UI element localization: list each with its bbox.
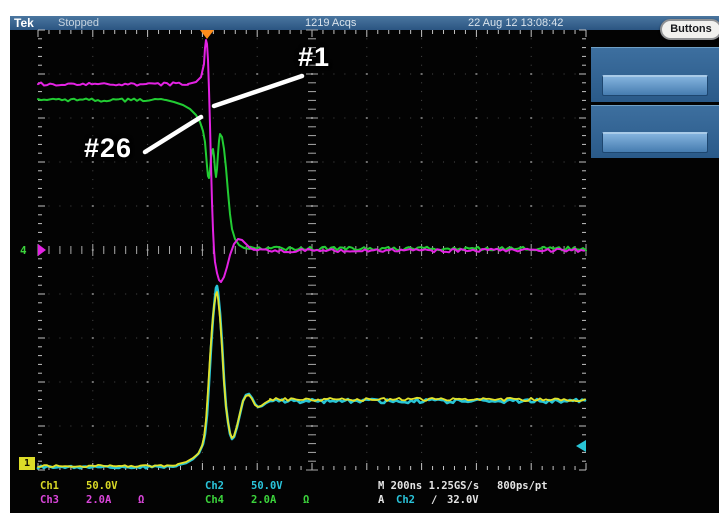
buttons-button[interactable]: Buttons <box>660 19 719 40</box>
ch1-scale: 50.0V <box>86 480 118 492</box>
ch2-scale: 50.0V <box>251 480 283 492</box>
channel-marker-ch1: 1 <box>19 457 35 470</box>
trigger-source: Ch2 <box>396 494 415 506</box>
ch3-label: Ch3 <box>40 494 59 506</box>
annotation-pointer-line-2 <box>142 114 204 155</box>
ch2-label: Ch2 <box>205 480 224 492</box>
annotation-label-1: #1 <box>298 42 331 72</box>
ch3-coupling: Ω <box>138 494 145 506</box>
acquisition-status: Stopped <box>58 17 99 29</box>
timebase-readout: M 200ns 1.25GS/s <box>378 480 480 492</box>
resolution-readout: 800ps/pt <box>497 480 548 492</box>
ch4-scale: 2.0A <box>251 494 277 506</box>
annotation-pointer-line-1 <box>211 73 305 109</box>
ch4-coupling: Ω <box>303 494 310 506</box>
ch1-label: Ch1 <box>40 480 59 492</box>
trace-ch1 <box>37 291 586 468</box>
acquisition-count: 1219 Acqs <box>305 17 357 29</box>
title-bar: Tek Stopped 1219 Acqs 22 Aug 12 13:08:42 <box>10 16 719 30</box>
trace-ch2 <box>36 284 587 470</box>
trigger-level: 32.0V <box>447 494 479 506</box>
annotation-label-26: #26 <box>84 133 133 163</box>
ch4-label: Ch4 <box>205 494 224 506</box>
trigger-level-arrow-icon[interactable] <box>576 440 586 452</box>
ch3-scale: 2.0A <box>86 494 112 506</box>
oscilloscope-screen: Tek Stopped 1219 Acqs 22 Aug 12 13:08:42… <box>10 16 719 513</box>
side-menu-panel-1 <box>591 47 719 102</box>
trace-ch4 <box>37 97 587 252</box>
trigger-prefix: A <box>378 494 385 506</box>
tek-logo: Tek <box>14 16 34 30</box>
waveform-display <box>36 29 587 471</box>
channel-marker-ch3-icon <box>38 244 46 256</box>
side-menu-button-2[interactable] <box>602 132 708 153</box>
side-menu-button-1[interactable] <box>602 75 708 96</box>
trigger-slope-icon: ∕ <box>431 494 438 506</box>
channel-marker-ch4: 4 <box>20 244 27 257</box>
side-menu-panel-2 <box>591 105 719 158</box>
datetime-display: 22 Aug 12 13:08:42 <box>468 17 564 29</box>
